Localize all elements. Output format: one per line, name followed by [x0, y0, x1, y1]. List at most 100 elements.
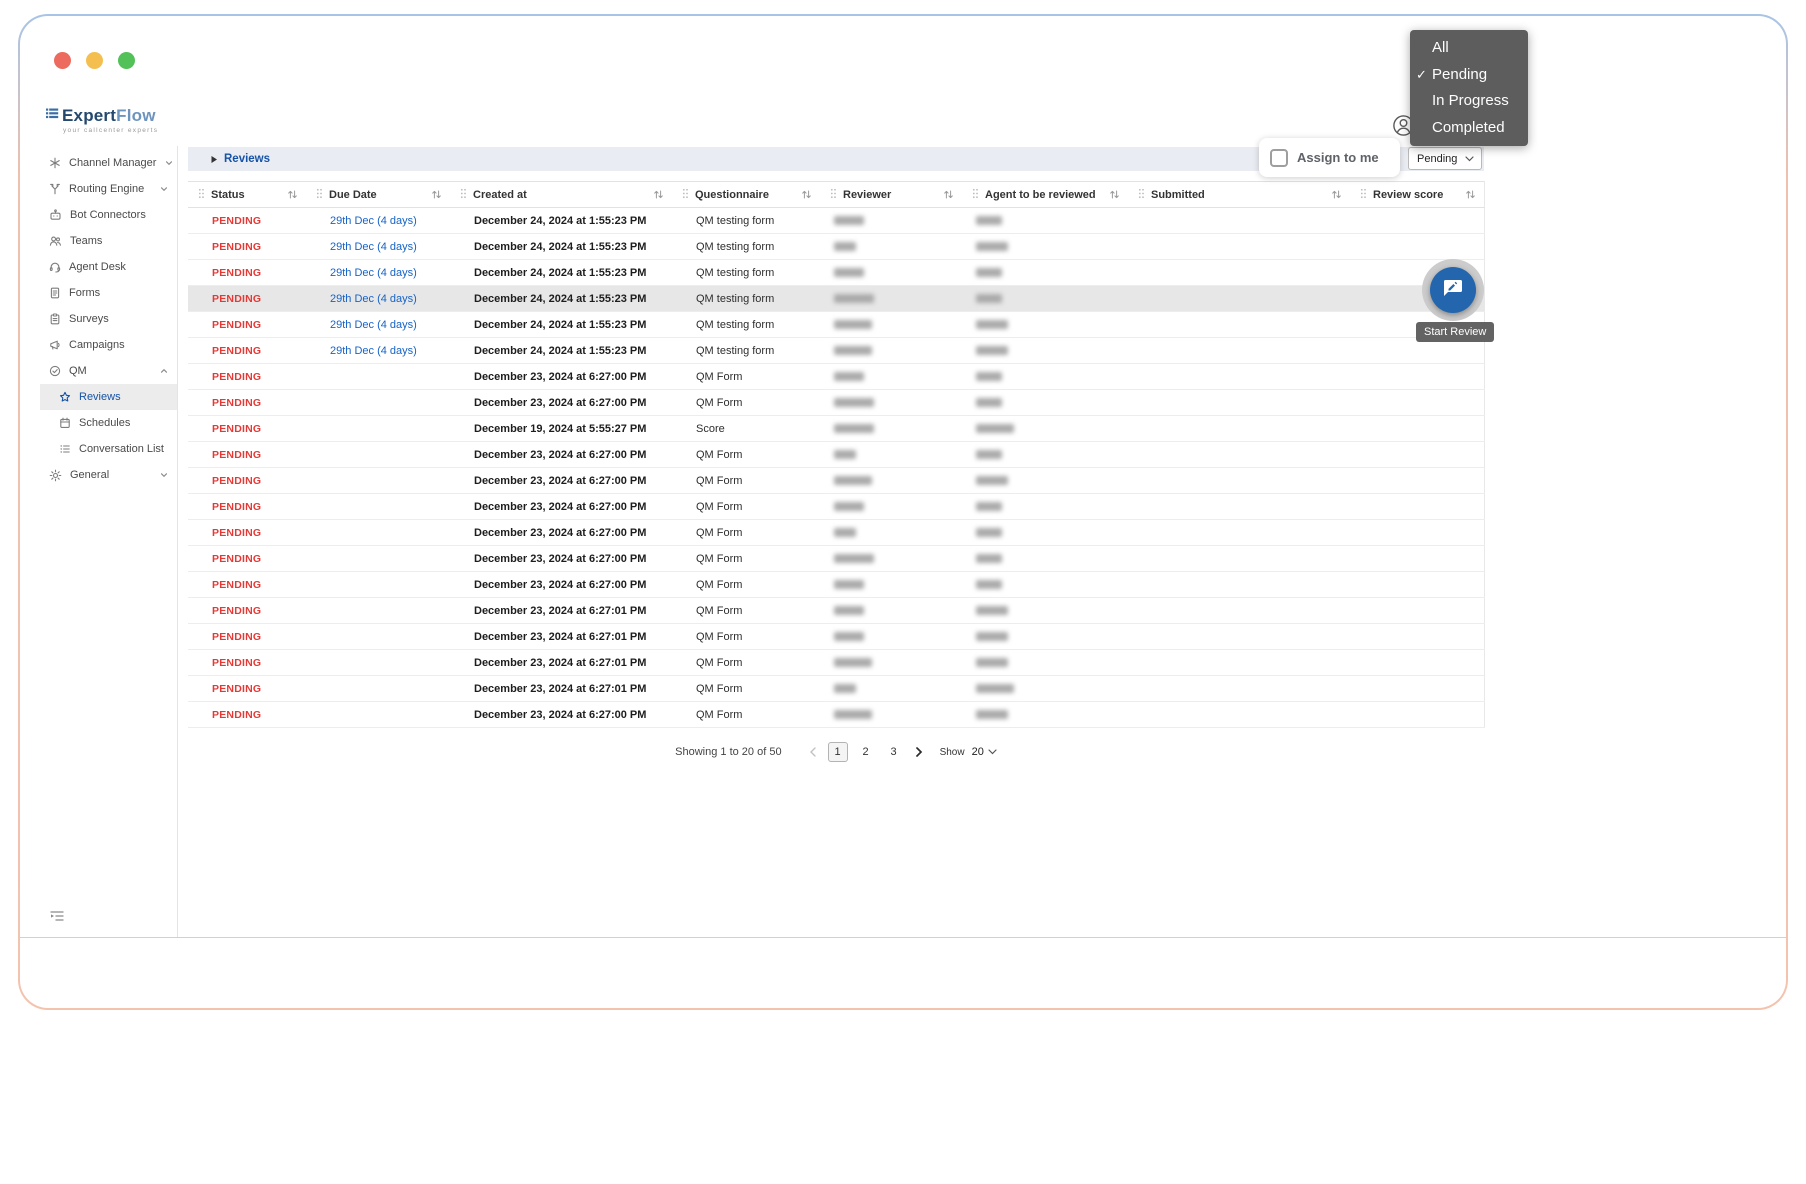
questionnaire-cell: QM Form — [672, 545, 820, 572]
table-row[interactable]: PENDING 29th Dec (4 days) December 24, 202… — [188, 285, 1485, 312]
table-row[interactable]: PENDING December 23, 2024 at 6:27:01 PM QM… — [188, 675, 1485, 702]
sort-icon[interactable] — [1465, 189, 1476, 200]
drag-handle-icon[interactable] — [460, 188, 467, 202]
table-row[interactable]: PENDING December 23, 2024 at 6:27:00 PM QM… — [188, 493, 1485, 520]
sort-icon[interactable] — [1331, 189, 1342, 200]
status-cell: PENDING — [188, 467, 306, 494]
sidebar-item-teams[interactable]: Teams — [40, 228, 177, 254]
status-filter-select[interactable]: Pending — [1408, 147, 1482, 170]
start-review-button[interactable] — [1430, 267, 1476, 313]
chevron-down-icon — [159, 184, 169, 194]
review-score-cell — [1350, 415, 1485, 442]
submitted-cell — [1128, 233, 1350, 260]
submitted-cell — [1128, 545, 1350, 572]
table-row[interactable]: PENDING December 23, 2024 at 6:27:00 PM QM… — [188, 701, 1485, 728]
sidebar-item-qm[interactable]: QM — [40, 358, 177, 384]
column-label: Submitted — [1151, 188, 1205, 201]
next-page-button[interactable] — [911, 747, 927, 757]
table-row[interactable]: PENDING 29th Dec (4 days) December 24, 202… — [188, 337, 1485, 364]
agent-cell — [962, 363, 1128, 390]
table-row[interactable]: PENDING 29th Dec (4 days) December 24, 202… — [188, 311, 1485, 338]
table-row[interactable]: PENDING 29th Dec (4 days) December 24, 202… — [188, 233, 1485, 260]
table-row[interactable]: PENDING December 23, 2024 at 6:27:00 PM QM… — [188, 545, 1485, 572]
sidebar-item-campaigns[interactable]: Campaigns — [40, 332, 177, 358]
drag-handle-icon[interactable] — [1360, 188, 1367, 202]
close-window-button[interactable] — [54, 52, 71, 69]
sort-icon[interactable] — [801, 189, 812, 200]
table-row[interactable]: PENDING December 23, 2024 at 6:27:00 PM QM… — [188, 467, 1485, 494]
submitted-cell — [1128, 337, 1350, 364]
sidebar-item-conversation-list[interactable]: Conversation List — [40, 436, 177, 462]
column-header-review-score[interactable]: Review score — [1350, 181, 1485, 208]
due-date-cell — [306, 467, 450, 494]
sidebar-item-surveys[interactable]: Surveys — [40, 306, 177, 332]
sort-icon[interactable] — [431, 189, 442, 200]
drag-handle-icon[interactable] — [830, 188, 837, 202]
review-score-cell — [1350, 233, 1485, 260]
minimize-window-button[interactable] — [86, 52, 103, 69]
brand-logo: ExpertFlow your callcenter experts — [46, 106, 158, 134]
zoom-window-button[interactable] — [118, 52, 135, 69]
page-button-3[interactable]: 3 — [884, 742, 904, 762]
sidebar-item-label: Bot Connectors — [70, 209, 146, 221]
sidebar-item-schedules[interactable]: Schedules — [40, 410, 177, 436]
column-label: Due Date — [329, 188, 377, 201]
sort-icon[interactable] — [287, 189, 298, 200]
page-button-1[interactable]: 1 — [827, 742, 848, 762]
redacted-text — [834, 450, 856, 460]
forms-icon — [49, 287, 61, 299]
start-review-fab-wrap — [1422, 259, 1484, 321]
sort-icon[interactable] — [653, 189, 664, 200]
filter-option-pending[interactable]: ✓ Pending — [1410, 62, 1528, 89]
column-header-agent-to-be-reviewed[interactable]: Agent to be reviewed — [962, 181, 1128, 208]
sort-icon[interactable] — [943, 189, 954, 200]
prev-page-button[interactable] — [805, 747, 821, 757]
table-row[interactable]: PENDING December 23, 2024 at 6:27:00 PM QM… — [188, 519, 1485, 546]
table-row[interactable]: PENDING 29th Dec (4 days) December 24, 202… — [188, 259, 1485, 286]
column-header-reviewer[interactable]: Reviewer — [820, 181, 962, 208]
table-row[interactable]: PENDING December 23, 2024 at 6:27:01 PM QM… — [188, 597, 1485, 624]
table-row[interactable]: PENDING December 23, 2024 at 6:27:01 PM QM… — [188, 649, 1485, 676]
drag-handle-icon[interactable] — [972, 188, 979, 202]
created-at-cell: December 24, 2024 at 1:55:23 PM — [450, 285, 672, 312]
filter-option-all[interactable]: All — [1410, 35, 1528, 62]
sort-icon[interactable] — [1109, 189, 1120, 200]
assign-to-me-checkbox[interactable] — [1270, 148, 1288, 167]
sidebar-item-agent-desk[interactable]: Agent Desk — [40, 254, 177, 280]
created-at-cell: December 24, 2024 at 1:55:23 PM — [450, 311, 672, 338]
page-button-2[interactable]: 2 — [856, 742, 876, 762]
sidebar-item-channel-manager[interactable]: Channel Manager — [40, 150, 177, 176]
drag-handle-icon[interactable] — [682, 188, 689, 202]
table-row[interactable]: PENDING December 19, 2024 at 5:55:27 PM Sc… — [188, 415, 1485, 442]
sidebar-item-forms[interactable]: Forms — [40, 280, 177, 306]
breadcrumb-label[interactable]: Reviews — [224, 153, 270, 165]
sidebar-item-bot-connectors[interactable]: Bot Connectors — [40, 202, 177, 228]
sidebar-item-general[interactable]: General — [40, 462, 177, 488]
reviewer-cell — [820, 285, 962, 312]
table-row[interactable]: PENDING 29th Dec (4 days) December 24, 202… — [188, 207, 1485, 234]
drag-handle-icon[interactable] — [198, 188, 205, 202]
table-row[interactable]: PENDING December 23, 2024 at 6:27:00 PM QM… — [188, 389, 1485, 416]
sidebar-item-routing-engine[interactable]: Routing Engine — [40, 176, 177, 202]
submitted-cell — [1128, 467, 1350, 494]
created-at-cell: December 24, 2024 at 1:55:23 PM — [450, 337, 672, 364]
table-row[interactable]: PENDING December 23, 2024 at 6:27:00 PM QM… — [188, 441, 1485, 468]
column-header-due-date[interactable]: Due Date — [306, 181, 450, 208]
agent-cell — [962, 337, 1128, 364]
drag-handle-icon[interactable] — [316, 188, 323, 202]
column-header-submitted[interactable]: Submitted — [1128, 181, 1350, 208]
column-header-status[interactable]: Status — [188, 181, 306, 208]
table-row[interactable]: PENDING December 23, 2024 at 6:27:01 PM QM… — [188, 623, 1485, 650]
sidebar-collapse-icon[interactable] — [50, 909, 64, 927]
filter-option-completed[interactable]: Completed — [1410, 115, 1528, 142]
sidebar-item-label: Schedules — [79, 417, 131, 429]
table-row[interactable]: PENDING December 23, 2024 at 6:27:00 PM QM… — [188, 363, 1485, 390]
column-header-created-at[interactable]: Created at — [450, 181, 672, 208]
pagination: Showing 1 to 20 of 50 123 Show 20 — [188, 742, 1484, 762]
sidebar-item-reviews[interactable]: Reviews — [40, 384, 177, 410]
filter-option-in-progress[interactable]: In Progress — [1410, 88, 1528, 115]
column-header-questionnaire[interactable]: Questionnaire — [672, 181, 820, 208]
table-row[interactable]: PENDING December 23, 2024 at 6:27:00 PM QM… — [188, 571, 1485, 598]
drag-handle-icon[interactable] — [1138, 188, 1145, 202]
page-size-select[interactable]: 20 — [972, 746, 997, 758]
